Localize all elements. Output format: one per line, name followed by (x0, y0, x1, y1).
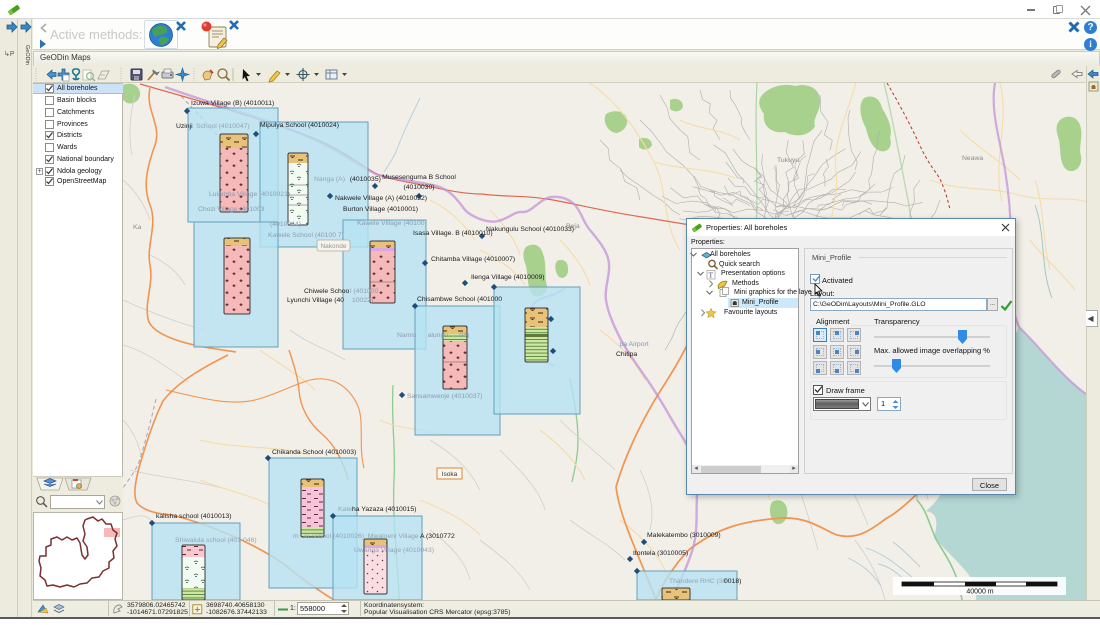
svg-text:Itontela (3010005): Itontela (3010005) (633, 550, 688, 557)
svg-text:Lulamba Village (4010021): Lulamba Village (4010021) (209, 191, 290, 198)
svg-text:Neawa: Neawa (962, 155, 983, 162)
svg-text:Isasa Village. B (4010010): Isasa Village. B (4010010) (413, 230, 493, 237)
svg-text:10022): 10022) (352, 297, 373, 304)
svg-text:Chozi Village (401003: Chozi Village (401003 (198, 206, 265, 213)
svg-text:Chisambwe School (401000: Chisambwe School (401000 (417, 296, 502, 303)
svg-text:Kawele School (40100 7): Kawele School (40100 7) (268, 232, 344, 239)
svg-text:A (3010772: A (3010772 (420, 533, 455, 540)
svg-text:Malekatembo (3010009): Malekatembo (3010009) (647, 532, 721, 539)
svg-text:Nanga (A): Nanga (A) (314, 176, 345, 183)
svg-text:(4010035): (4010035) (348, 176, 381, 183)
svg-text:m la school (4010026) Mwalo: m la school (4010026) Mwaloeni Village (293, 533, 419, 540)
svg-text:Musesenguma B School: Musesenguma B School (382, 174, 456, 181)
svg-text:Lyunchi Village (40: Lyunchi Village (40 (287, 297, 344, 304)
svg-text:Thandere RHC (30: Thandere RHC (30 (669, 578, 727, 585)
svg-text:Chiwele Schoo: Chiwele Schoo (304, 288, 350, 295)
svg-text:Chitipa: Chitipa (616, 351, 637, 358)
svg-text:l (401000: l (401000 (350, 288, 379, 295)
svg-text:Ilenga Village (4010009): Ilenga Village (4010009) (471, 274, 545, 281)
svg-text:Chitamba Village (4010007): Chitamba Village (4010007) (431, 256, 515, 263)
svg-text:Kate: Kate (338, 506, 352, 513)
svg-text:T: T (709, 271, 714, 280)
svg-text:Beja: Beja (566, 223, 580, 230)
svg-text:Sansamwenje (4010037): Sansamwenje (4010037) (407, 393, 483, 400)
svg-text:Mipulya School (4010024): Mipulya School (4010024) (260, 122, 339, 129)
svg-text:Shiwalula school (401 046): Shiwalula school (401 046) (175, 537, 257, 544)
svg-text:Chikanda School (4010003): Chikanda School (4010003) (272, 449, 356, 456)
svg-text:Burton Village (4010001): Burton Village (4010001) (343, 206, 418, 213)
svg-text:Uzinji: Uzinji (176, 123, 193, 130)
svg-text:(4010030): (4010030) (404, 184, 435, 191)
svg-text:Ka: Ka (133, 224, 142, 231)
svg-text:School (4010047): School (4010047) (196, 123, 250, 130)
svg-text:ha Yazaza (4010015): ha Yazaza (4010015) (352, 506, 416, 513)
svg-text:40000 m: 40000 m (966, 589, 993, 596)
svg-text:Nakungulu School (4010033): Nakungulu School (4010033) (486, 226, 574, 233)
svg-text:Nakonde: Nakonde (320, 243, 346, 250)
svg-text:(4010044): (4010044) (270, 221, 301, 228)
svg-text:Kawele Village (40100: Kawele Village (40100 (357, 220, 425, 227)
svg-text:Nakwele Village (A) (4010032): Nakwele Village (A) (4010032) (335, 195, 427, 202)
svg-text:Tukuyu: Tukuyu (777, 157, 799, 164)
svg-text:Izuwa Village (B) (4010011): Izuwa Village (B) (4010011) (191, 100, 274, 107)
svg-text:kalisha school (4010013): kalisha school (4010013) (156, 513, 232, 520)
svg-text:pa Airport: pa Airport (612, 341, 649, 348)
svg-text:Uwanga Village (4010043): Uwanga Village (4010043) (354, 547, 434, 554)
svg-text:Isoka: Isoka (442, 471, 458, 478)
svg-text:0018): 0018) (724, 578, 741, 585)
svg-text:Namis alungu 04): Namis alungu 04) (397, 332, 469, 339)
